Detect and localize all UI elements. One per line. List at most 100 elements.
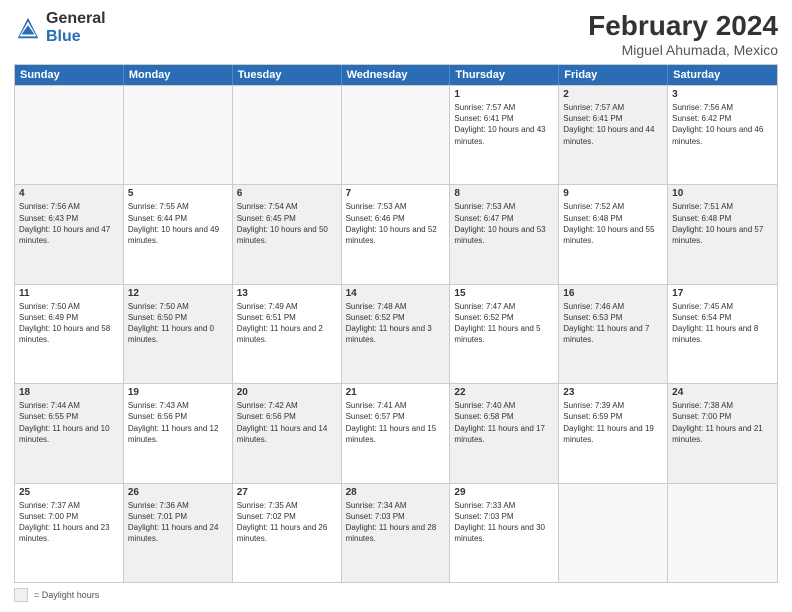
- main-title: February 2024: [588, 10, 778, 42]
- day-number: 13: [237, 288, 337, 299]
- day-number: 8: [454, 188, 554, 199]
- cell-info: Sunrise: 7:52 AMSunset: 6:48 PMDaylight:…: [563, 201, 663, 246]
- cell-info: Sunrise: 7:48 AMSunset: 6:52 PMDaylight:…: [346, 301, 446, 346]
- day-number: 18: [19, 387, 119, 398]
- calendar-cell: 5 Sunrise: 7:55 AMSunset: 6:44 PMDaylight…: [124, 185, 233, 283]
- day-number: 27: [237, 487, 337, 498]
- cal-header-cell: Friday: [559, 65, 668, 85]
- cell-info: Sunrise: 7:36 AMSunset: 7:01 PMDaylight:…: [128, 500, 228, 545]
- calendar-cell: 1 Sunrise: 7:57 AMSunset: 6:41 PMDaylight…: [450, 86, 559, 184]
- calendar-row: 1 Sunrise: 7:57 AMSunset: 6:41 PMDaylight…: [15, 85, 777, 184]
- day-number: 24: [672, 387, 773, 398]
- day-number: 15: [454, 288, 554, 299]
- calendar-cell: 21 Sunrise: 7:41 AMSunset: 6:57 PMDayligh…: [342, 384, 451, 482]
- calendar-cell: 6 Sunrise: 7:54 AMSunset: 6:45 PMDaylight…: [233, 185, 342, 283]
- calendar-cell: 28 Sunrise: 7:34 AMSunset: 7:03 PMDayligh…: [342, 484, 451, 582]
- day-number: 10: [672, 188, 773, 199]
- calendar-row: 4Sunrise: 7:56 AMSunset: 6:43 PMDaylight…: [15, 184, 777, 283]
- cell-info: Sunrise: 7:50 AMSunset: 6:50 PMDaylight:…: [128, 301, 228, 346]
- cal-header-cell: Tuesday: [233, 65, 342, 85]
- calendar-cell: 13 Sunrise: 7:49 AMSunset: 6:51 PMDayligh…: [233, 285, 342, 383]
- calendar-cell: 26 Sunrise: 7:36 AMSunset: 7:01 PMDayligh…: [124, 484, 233, 582]
- cell-info: Sunrise: 7:53 AMSunset: 6:46 PMDaylight:…: [346, 201, 446, 246]
- calendar-cell: 8 Sunrise: 7:53 AMSunset: 6:47 PMDaylight…: [450, 185, 559, 283]
- day-number: 14: [346, 288, 446, 299]
- calendar-cell: 12 Sunrise: 7:50 AMSunset: 6:50 PMDayligh…: [124, 285, 233, 383]
- day-number: 17: [672, 288, 773, 299]
- cell-info: Sunrise: 7:53 AMSunset: 6:47 PMDaylight:…: [454, 201, 554, 246]
- calendar-cell: [124, 86, 233, 184]
- calendar-cell: 2 Sunrise: 7:57 AMSunset: 6:41 PMDaylight…: [559, 86, 668, 184]
- cell-info: Sunrise: 7:40 AMSunset: 6:58 PMDaylight:…: [454, 400, 554, 445]
- calendar-body: 1 Sunrise: 7:57 AMSunset: 6:41 PMDaylight…: [15, 85, 777, 582]
- cal-header-cell: Thursday: [450, 65, 559, 85]
- day-number: 26: [128, 487, 228, 498]
- calendar-cell: 4Sunrise: 7:56 AMSunset: 6:43 PMDaylight…: [15, 185, 124, 283]
- cell-info: Sunrise: 7:46 AMSunset: 6:53 PMDaylight:…: [563, 301, 663, 346]
- calendar-cell: 3Sunrise: 7:56 AMSunset: 6:42 PMDaylight…: [668, 86, 777, 184]
- day-number: 2: [563, 89, 663, 100]
- cell-info: Sunrise: 7:54 AMSunset: 6:45 PMDaylight:…: [237, 201, 337, 246]
- day-number: 16: [563, 288, 663, 299]
- cell-info: Sunrise: 7:49 AMSunset: 6:51 PMDaylight:…: [237, 301, 337, 346]
- calendar-cell: 23Sunrise: 7:39 AMSunset: 6:59 PMDayligh…: [559, 384, 668, 482]
- day-number: 1: [454, 89, 554, 100]
- calendar-cell: 20 Sunrise: 7:42 AMSunset: 6:56 PMDayligh…: [233, 384, 342, 482]
- day-number: 12: [128, 288, 228, 299]
- cell-info: Sunrise: 7:41 AMSunset: 6:57 PMDaylight:…: [346, 400, 446, 445]
- day-number: 6: [237, 188, 337, 199]
- day-number: 7: [346, 188, 446, 199]
- calendar-cell: [15, 86, 124, 184]
- day-number: 20: [237, 387, 337, 398]
- header: General Blue February 2024 Miguel Ahumad…: [14, 10, 778, 58]
- calendar-cell: [233, 86, 342, 184]
- calendar-cell: 24 Sunrise: 7:38 AMSunset: 7:00 PMDayligh…: [668, 384, 777, 482]
- calendar-cell: 11 Sunrise: 7:50 AMSunset: 6:49 PMDayligh…: [15, 285, 124, 383]
- calendar-cell: 10 Sunrise: 7:51 AMSunset: 6:48 PMDayligh…: [668, 185, 777, 283]
- calendar: SundayMondayTuesdayWednesdayThursdayFrid…: [14, 64, 778, 583]
- calendar-cell: 9Sunrise: 7:52 AMSunset: 6:48 PMDaylight…: [559, 185, 668, 283]
- legend-label: = Daylight hours: [34, 590, 99, 600]
- logo: General Blue: [14, 10, 106, 45]
- cell-info: Sunrise: 7:45 AMSunset: 6:54 PMDaylight:…: [672, 301, 773, 346]
- cell-info: Sunrise: 7:33 AMSunset: 7:03 PMDaylight:…: [454, 500, 554, 545]
- cell-info: Sunrise: 7:42 AMSunset: 6:56 PMDaylight:…: [237, 400, 337, 445]
- title-block: February 2024 Miguel Ahumada, Mexico: [588, 10, 778, 58]
- day-number: 28: [346, 487, 446, 498]
- logo-text: General Blue: [46, 10, 106, 45]
- cal-header-cell: Monday: [124, 65, 233, 85]
- cell-info: Sunrise: 7:55 AMSunset: 6:44 PMDaylight:…: [128, 201, 228, 246]
- day-number: 29: [454, 487, 554, 498]
- cell-info: Sunrise: 7:51 AMSunset: 6:48 PMDaylight:…: [672, 201, 773, 246]
- calendar-cell: 18 Sunrise: 7:44 AMSunset: 6:55 PMDayligh…: [15, 384, 124, 482]
- calendar-cell: [668, 484, 777, 582]
- day-number: 5: [128, 188, 228, 199]
- day-number: 25: [19, 487, 119, 498]
- day-number: 21: [346, 387, 446, 398]
- cell-info: Sunrise: 7:57 AMSunset: 6:41 PMDaylight:…: [563, 102, 663, 147]
- calendar-cell: 29 Sunrise: 7:33 AMSunset: 7:03 PMDayligh…: [450, 484, 559, 582]
- subtitle: Miguel Ahumada, Mexico: [588, 42, 778, 58]
- calendar-row: 25Sunrise: 7:37 AMSunset: 7:00 PMDayligh…: [15, 483, 777, 582]
- legend-box: [14, 588, 28, 602]
- calendar-cell: 14 Sunrise: 7:48 AMSunset: 6:52 PMDayligh…: [342, 285, 451, 383]
- calendar-row: 18 Sunrise: 7:44 AMSunset: 6:55 PMDayligh…: [15, 383, 777, 482]
- cell-info: Sunrise: 7:39 AMSunset: 6:59 PMDaylight:…: [563, 400, 663, 445]
- calendar-cell: 17 Sunrise: 7:45 AMSunset: 6:54 PMDayligh…: [668, 285, 777, 383]
- calendar-cell: [559, 484, 668, 582]
- cell-info: Sunrise: 7:38 AMSunset: 7:00 PMDaylight:…: [672, 400, 773, 445]
- calendar-cell: [342, 86, 451, 184]
- cell-info: Sunrise: 7:50 AMSunset: 6:49 PMDaylight:…: [19, 301, 119, 346]
- cell-info: Sunrise: 7:34 AMSunset: 7:03 PMDaylight:…: [346, 500, 446, 545]
- cell-info: Sunrise: 7:44 AMSunset: 6:55 PMDaylight:…: [19, 400, 119, 445]
- day-number: 11: [19, 288, 119, 299]
- cell-info: Sunrise: 7:43 AMSunset: 6:56 PMDaylight:…: [128, 400, 228, 445]
- calendar-cell: 22 Sunrise: 7:40 AMSunset: 6:58 PMDayligh…: [450, 384, 559, 482]
- day-number: 22: [454, 387, 554, 398]
- page: General Blue February 2024 Miguel Ahumad…: [0, 0, 792, 612]
- cell-info: Sunrise: 7:57 AMSunset: 6:41 PMDaylight:…: [454, 102, 554, 147]
- calendar-cell: 25Sunrise: 7:37 AMSunset: 7:00 PMDayligh…: [15, 484, 124, 582]
- cal-header-cell: Wednesday: [342, 65, 451, 85]
- logo-icon: [14, 14, 42, 42]
- cell-info: Sunrise: 7:56 AMSunset: 6:42 PMDaylight:…: [672, 102, 773, 147]
